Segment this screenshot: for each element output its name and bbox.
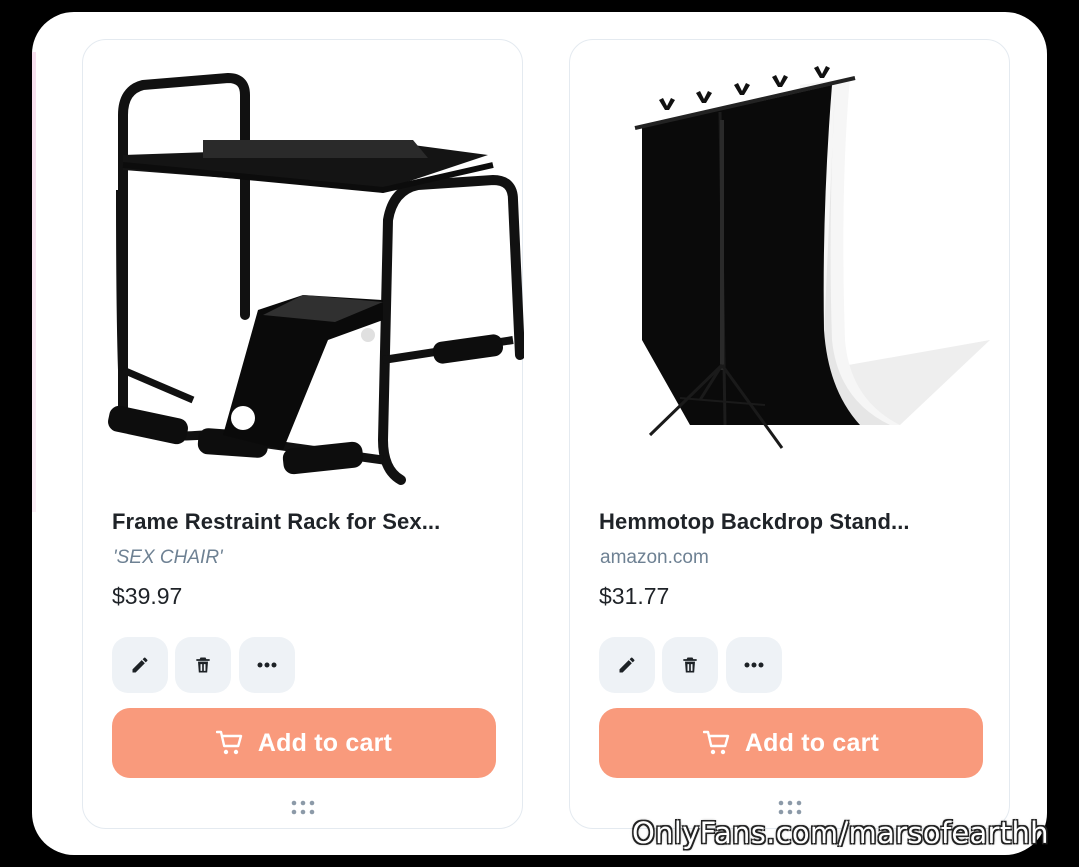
add-to-cart-button[interactable]: Add to cart — [599, 708, 983, 778]
trash-icon — [680, 655, 700, 675]
delete-button[interactable] — [175, 637, 231, 693]
watermark-text: OnlyFans.com/marsofearthh — [632, 816, 1049, 850]
cart-icon — [702, 730, 731, 756]
add-to-cart-label: Add to cart — [257, 728, 393, 757]
product-title[interactable]: Frame Restraint Rack for Sex... — [112, 509, 440, 535]
cart-icon — [215, 730, 244, 756]
more-horizontal-icon — [256, 661, 278, 669]
edit-button[interactable] — [599, 637, 655, 693]
add-to-cart-label: Add to cart — [744, 728, 880, 757]
more-options-button[interactable] — [239, 637, 295, 693]
pencil-icon — [617, 655, 637, 675]
product-title[interactable]: Hemmotop Backdrop Stand... — [599, 509, 910, 535]
delete-button[interactable] — [662, 637, 718, 693]
more-options-button[interactable] — [726, 637, 782, 693]
backdrop-stand-image — [634, 66, 990, 449]
pencil-icon — [130, 655, 150, 675]
edit-button[interactable] — [112, 637, 168, 693]
add-to-cart-button[interactable]: Add to cart — [112, 708, 496, 778]
trash-icon — [193, 655, 213, 675]
drag-handle-icon[interactable] — [288, 798, 318, 818]
metal-chair-frame-image — [108, 73, 524, 485]
product-price: $39.97 — [112, 583, 183, 609]
product-source: 'SEX CHAIR' — [113, 547, 223, 568]
product-list-panel: Frame Restraint Rack for Sex... 'SEX CHA… — [32, 12, 1047, 855]
more-horizontal-icon — [743, 661, 765, 669]
product-source: amazon.com — [600, 547, 709, 568]
product-card[interactable]: Frame Restraint Rack for Sex... 'SEX CHA… — [82, 39, 524, 829]
product-card[interactable]: Hemmotop Backdrop Stand... amazon.com $3… — [569, 39, 1010, 829]
drag-handle-icon[interactable] — [775, 798, 805, 818]
product-price: $31.77 — [599, 583, 670, 609]
adjacent-card-edge — [32, 52, 36, 512]
